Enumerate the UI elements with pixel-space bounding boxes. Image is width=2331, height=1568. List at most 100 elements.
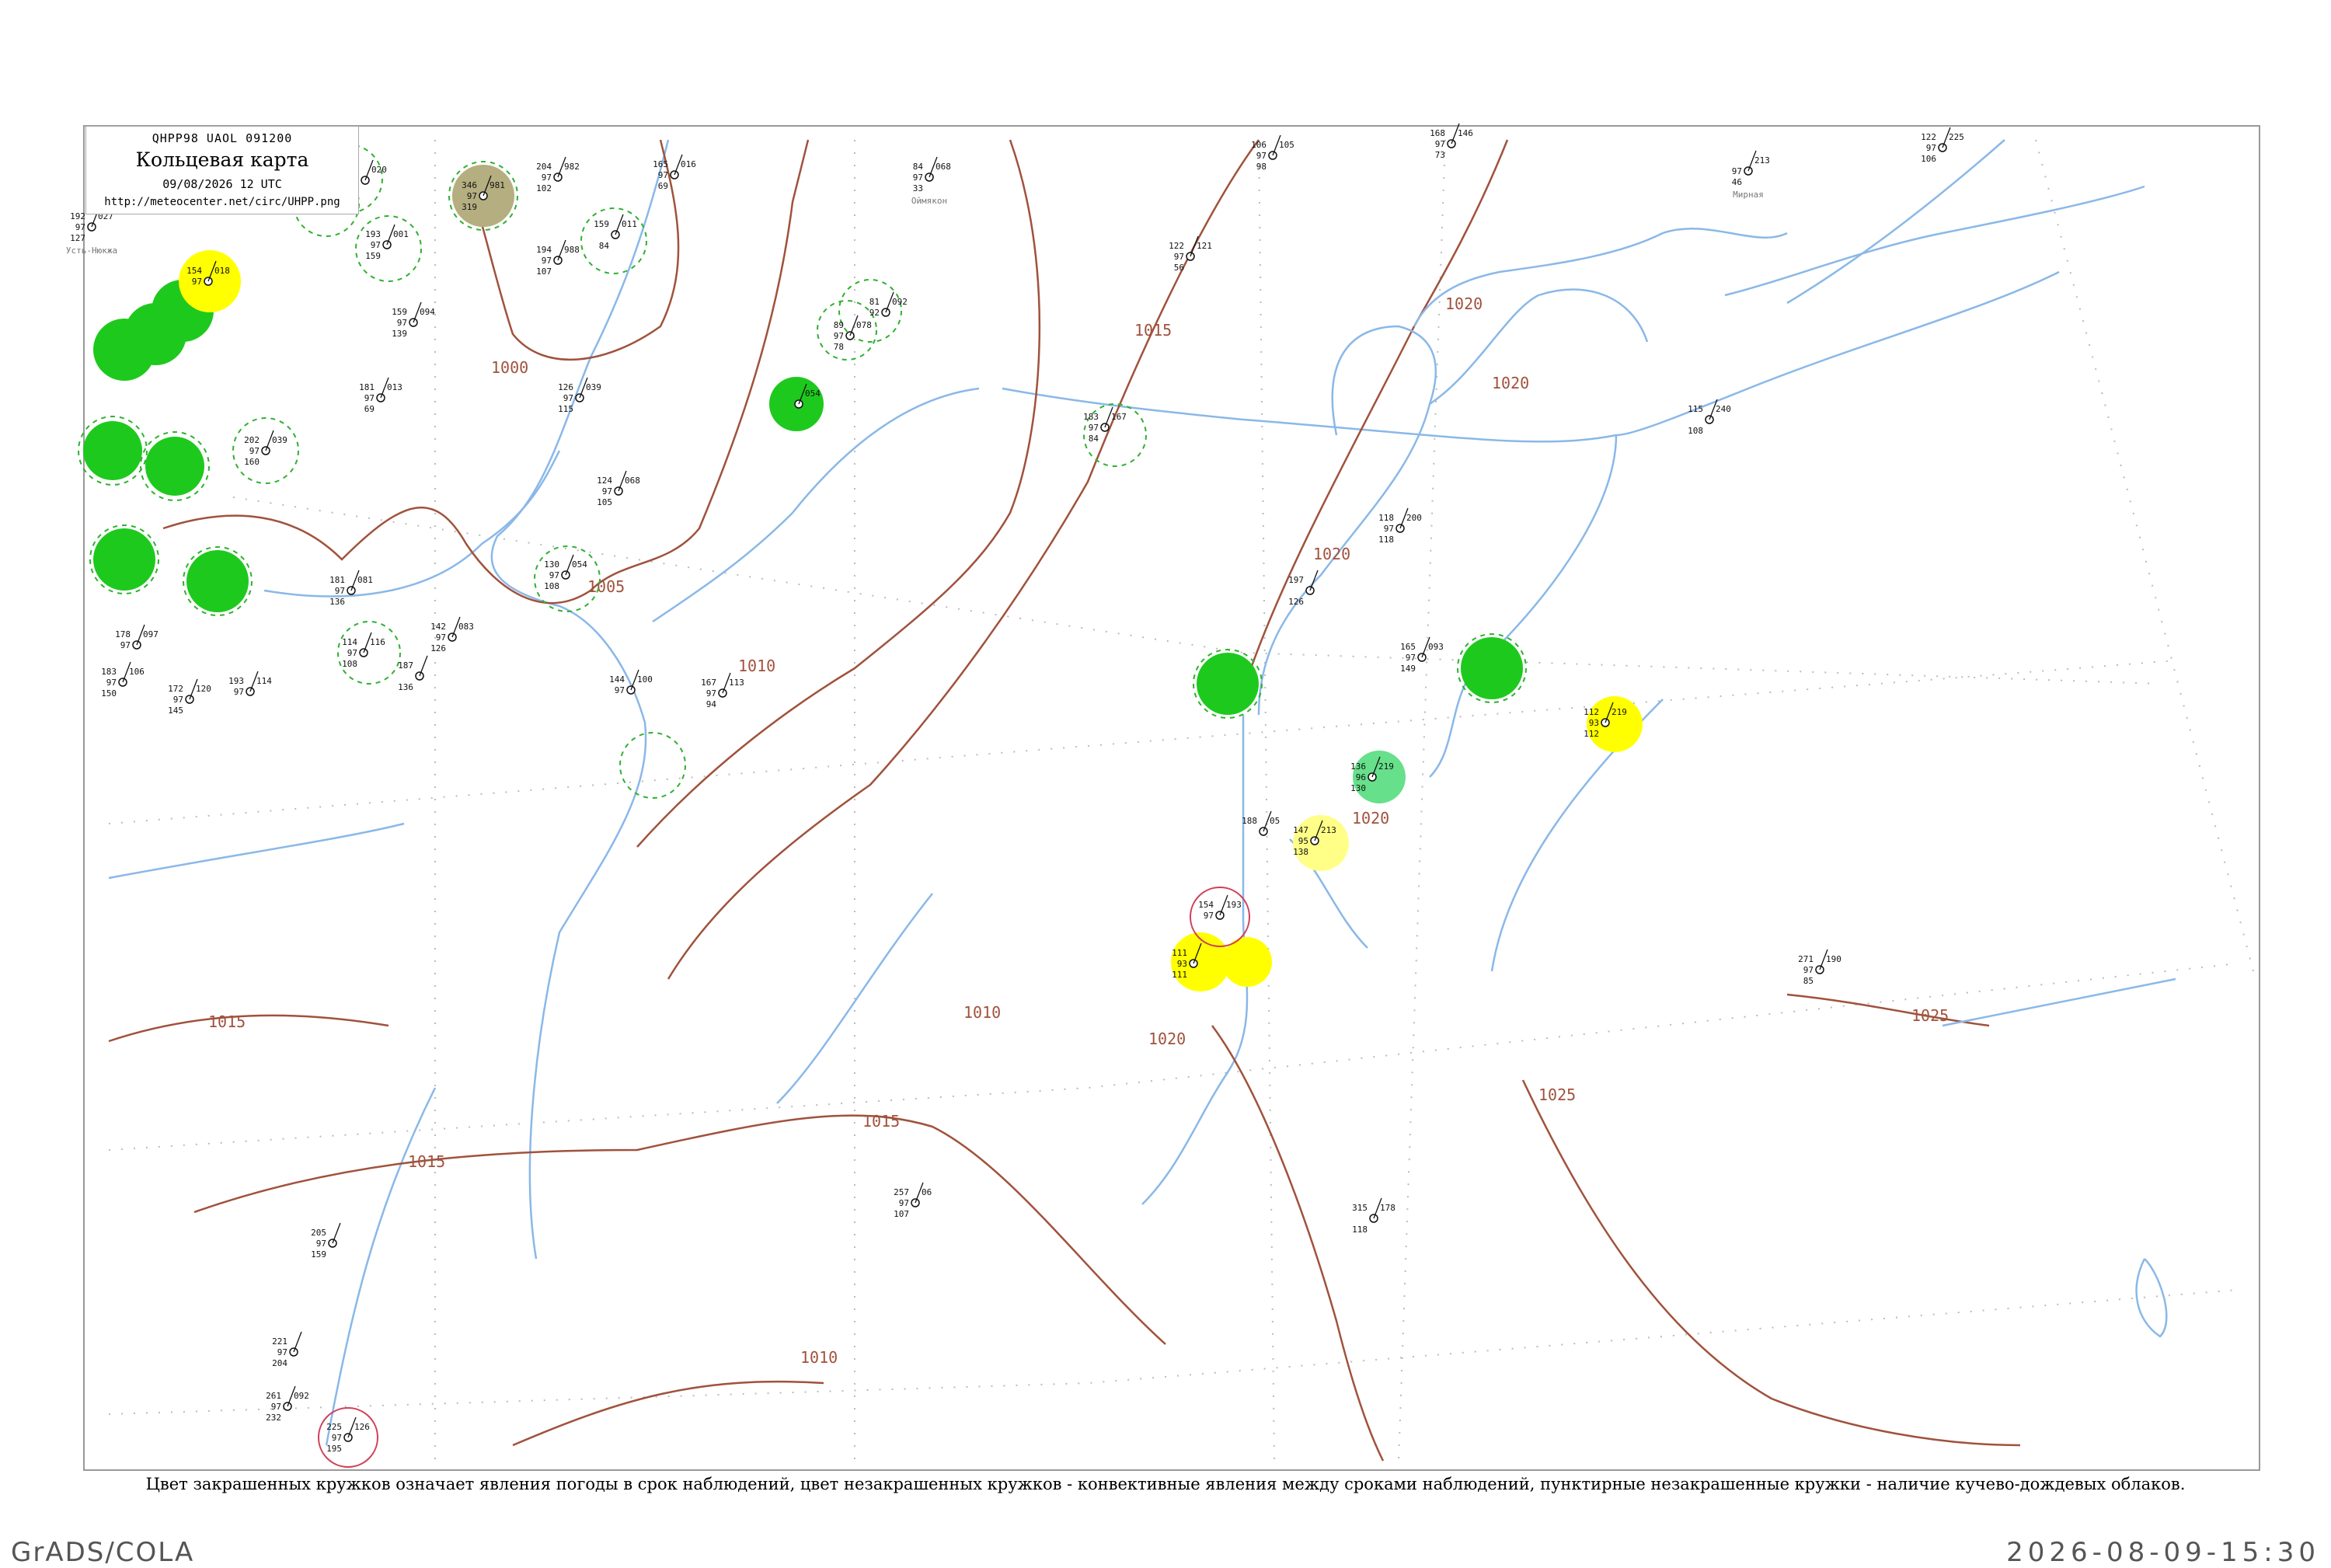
station-dewpoint: 319 [462,202,477,212]
station-pressure: 114 [256,676,272,686]
station-dewpoint: 126 [1288,597,1304,607]
station-pressure: 083 [458,622,474,632]
station-pressure: 068 [936,162,951,172]
station-visibility: 97 [397,318,407,328]
station-name: Мирная [1733,190,1764,200]
station-pressure: 013 [387,382,402,392]
station-temperature: 154 [1198,900,1214,910]
station-pressure: 097 [143,629,159,639]
station-visibility: 97 [106,678,117,688]
station-temperature: 183 [1083,412,1099,422]
station-visibility: 97 [706,688,716,699]
isobar-label: 1025 [1911,1006,1949,1025]
station-temperature: 118 [1378,513,1394,523]
station-pressure: 219 [1611,707,1627,717]
station-temperature: 159 [594,219,609,229]
station-pressure: 981 [490,180,505,190]
station-visibility: 97 [75,222,85,232]
station-visibility: 97 [249,446,260,456]
station-dewpoint: 204 [272,1358,287,1368]
station-visibility: 97 [1204,911,1214,921]
station-pressure: 213 [1754,155,1770,166]
station-dewpoint: 138 [1293,847,1308,857]
bulletin-code: QHPP98 UAOL 091200 [152,131,293,145]
station-pressure: 081 [357,575,373,585]
station-temperature: 114 [342,637,357,647]
station-pressure: 178 [1380,1203,1395,1213]
station-temperature: 315 [1352,1203,1368,1213]
station-temperature: 124 [597,476,612,486]
station-dewpoint: 149 [1400,664,1416,674]
station-temperature: 154 [186,266,202,276]
station-pressure: 068 [625,476,640,486]
station-pressure: 105 [1279,140,1294,150]
station-temperature: 205 [311,1228,326,1238]
station-visibility: 97 [1256,151,1267,161]
station-temperature: 193 [365,229,381,239]
station-visibility: 97 [271,1402,281,1412]
station-temperature: 225 [326,1422,342,1432]
station-visibility: 97 [1384,524,1394,534]
station-temperature: 346 [462,180,477,190]
rain-circle [1197,653,1259,715]
station-dewpoint: 102 [536,183,552,193]
station-temperature: 271 [1798,954,1814,964]
station-pressure: 126 [354,1422,370,1432]
station-visibility: 97 [1732,166,1742,176]
isobar-label: 1000 [491,358,528,377]
station-dewpoint: 130 [1350,783,1366,793]
station-dewpoint: 115 [558,404,573,414]
station-dewpoint: 73 [1435,150,1445,160]
station-temperature: 147 [1293,825,1308,835]
station-visibility: 97 [436,632,446,643]
station-pressure: 982 [564,162,580,172]
station-pressure: 219 [1378,761,1394,772]
station-visibility: 97 [316,1239,326,1249]
station-temperature: 204 [536,162,552,172]
station-visibility: 97 [364,393,375,403]
station-dewpoint: 145 [168,706,183,716]
footer-software: GrADS/COLA [11,1537,195,1568]
station-pressure: 020 [371,165,387,175]
station-dewpoint: 112 [1584,729,1599,739]
station-visibility: 95 [1298,836,1308,846]
source-url[interactable]: http://meteocenter.net/circ/UHPP.png [86,196,358,208]
station-visibility: 97 [234,687,244,697]
station-visibility: 97 [277,1347,287,1357]
station-visibility: 97 [1089,423,1099,433]
isobar-label: 1010 [800,1348,838,1367]
station-temperature: 144 [609,674,625,685]
station-visibility: 97 [467,191,477,201]
isobar-label: 1005 [587,577,625,596]
rain-circle [186,550,249,612]
station-pressure: 100 [637,674,653,685]
station-dewpoint: 160 [244,457,260,467]
station-pressure: 121 [1197,241,1212,251]
station-visibility: 97 [542,172,552,183]
station-pressure: 988 [564,245,580,255]
isobar-label: 1020 [1445,294,1483,313]
station-temperature: 115 [1688,404,1703,414]
station-visibility: 97 [834,331,844,341]
station-pressure: 167 [1111,412,1127,422]
station-visibility: 97 [549,570,559,580]
station-pressure: 078 [856,320,872,330]
station-visibility: 97 [173,695,183,705]
station-dewpoint: 232 [266,1413,281,1423]
rain-circle [83,421,142,480]
station-visibility: 97 [1435,139,1445,149]
station-visibility: 97 [120,640,131,650]
station-pressure: 120 [196,684,211,694]
station-visibility: 97 [563,393,573,403]
station-visibility: 97 [332,1433,342,1443]
station-pressure: 113 [729,678,744,688]
station-temperature: 192 [70,211,85,221]
station-pressure: 106 [129,667,145,677]
station-pressure: 146 [1458,128,1473,138]
station-name: Оймякон [911,196,947,206]
station-dewpoint: 56 [1174,263,1184,273]
station-dewpoint: 108 [342,659,357,669]
isobar-label: 1015 [208,1012,246,1031]
station-dewpoint: 111 [1172,970,1187,980]
isobar-label: 1015 [408,1152,445,1171]
